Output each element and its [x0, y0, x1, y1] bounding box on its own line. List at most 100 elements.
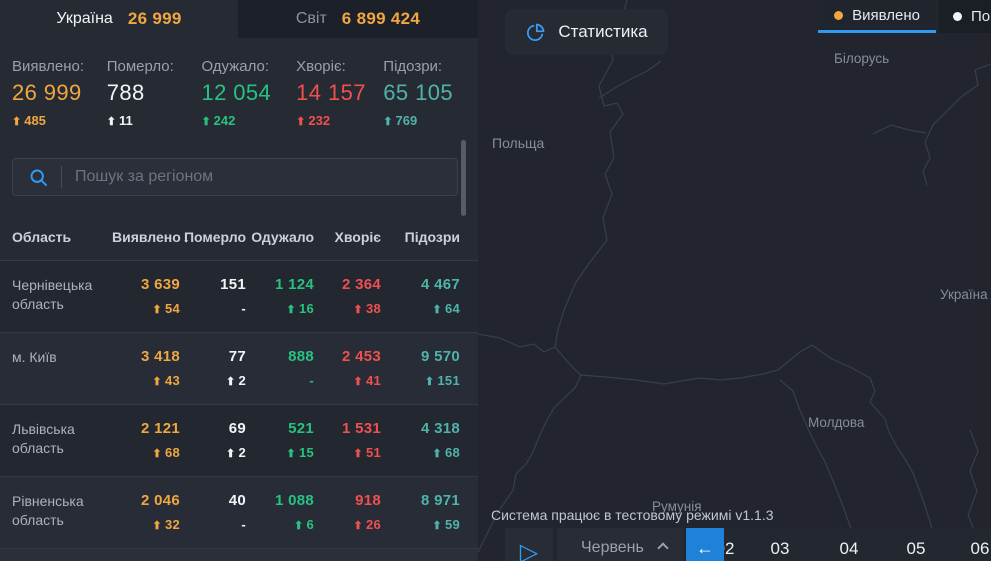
tab-ukraine-value: 26 999 [128, 9, 182, 29]
month-selector[interactable]: Червень [557, 528, 683, 561]
cell-suspected: 8 971⬆59 [381, 492, 460, 548]
search-divider [61, 166, 62, 188]
stat-delta: ⬆485 [12, 113, 107, 128]
up-arrow-icon: ⬆ [353, 520, 363, 532]
map-label-ukraine: Україна [940, 287, 988, 302]
timeline-date[interactable]: 04 [840, 539, 859, 559]
up-arrow-icon: ⬆ [107, 116, 116, 128]
summary-stats: Виявлено: 26 999 ⬆485 Померло: 788 ⬆11 О… [0, 38, 478, 128]
cell-sick: 918⬆26 [314, 492, 381, 548]
statistics-button[interactable]: Статистика [505, 9, 668, 55]
yellow-dot-icon [834, 11, 843, 20]
up-arrow-icon: ⬆ [12, 116, 21, 128]
stat-suspected: Підозри: 65 105 ⬆769 [383, 58, 478, 128]
stat-label: Померло: [107, 58, 202, 75]
stat-value: 65 105 [383, 80, 478, 106]
table-header: Область Виявлено↓ Померло Одужало Хворіє… [0, 229, 478, 245]
table-row[interactable]: м. Київ 3 418⬆43 77⬆2 888- 2 453⬆41 9 57… [0, 332, 478, 404]
timeline-date[interactable]: 05 [907, 539, 926, 559]
statistics-button-label: Статистика [558, 22, 647, 42]
layer-tab-detected[interactable]: Виявлено [818, 0, 936, 33]
table-row[interactable]: Чернівецька область 3 639⬆54 151- 1 124⬆… [0, 260, 478, 332]
tab-world-value: 6 899 424 [342, 9, 420, 29]
stat-label: Виявлено: [12, 58, 107, 75]
header-detected[interactable]: Виявлено↓ [112, 229, 180, 245]
up-arrow-icon: ⬆ [296, 116, 305, 128]
up-arrow-icon: ⬆ [432, 304, 442, 316]
stat-label: Одужало: [201, 58, 296, 75]
up-arrow-icon: ⬆ [226, 448, 236, 460]
table-row[interactable]: Рівненська область 2 046⬆32 40- 1 088⬆6 … [0, 476, 478, 548]
cell-sick: 1 531⬆51 [314, 420, 381, 476]
map-layer-tabs: Виявлено По [818, 0, 991, 33]
chevron-up-icon [657, 542, 668, 553]
search-input[interactable] [75, 168, 405, 186]
cell-suspected: 4 318⬆68 [381, 420, 460, 476]
region-name: Рівненська область [12, 492, 112, 548]
cell-sick: 2 364⬆38 [314, 276, 381, 332]
cell-died: 69⬆2 [180, 420, 246, 476]
header-sick[interactable]: Хворіє [314, 229, 381, 245]
cell-sick: 2 453⬆41 [314, 348, 381, 404]
stat-delta: ⬆242 [201, 113, 296, 128]
region-name: м. Київ [12, 348, 112, 404]
timeline-date[interactable]: 06 [971, 539, 990, 559]
layer-tab-label: По [971, 8, 990, 25]
system-test-mode-note: Система працює в тестовому режимі v1.1.3 [491, 507, 774, 523]
pie-chart-icon [525, 22, 546, 43]
cell-died: 151- [180, 276, 246, 332]
play-button[interactable]: ▷ [505, 528, 553, 561]
header-died[interactable]: Померло [180, 229, 246, 245]
panel-scrollbar[interactable] [461, 140, 466, 216]
timeline-back-button[interactable]: ← [686, 528, 724, 561]
stat-label: Хворіє: [296, 58, 383, 75]
up-arrow-icon: ⬆ [152, 376, 162, 388]
up-arrow-icon: ⬆ [286, 304, 296, 316]
layer-tab-label: Виявлено [852, 7, 920, 24]
stat-value: 788 [107, 80, 202, 106]
stat-recovered: Одужало: 12 054 ⬆242 [201, 58, 296, 128]
timeline-dates: ← 02 03 04 05 06 [683, 528, 991, 561]
country-tabs: Україна 26 999 Світ 6 899 424 [0, 0, 478, 38]
stat-sick: Хворіє: 14 157 ⬆232 [296, 58, 383, 128]
cell-detected: 2 121⬆68 [112, 420, 180, 476]
stat-died: Померло: 788 ⬆11 [107, 58, 202, 128]
cell-recovered: 888- [246, 348, 314, 404]
covid-dashboard: Україна 26 999 Світ 6 899 424 Виявлено: … [0, 0, 991, 561]
cell-suspected: 4 467⬆64 [381, 276, 460, 332]
up-arrow-icon: ⬆ [353, 304, 363, 316]
up-arrow-icon: ⬆ [152, 304, 162, 316]
region-name: Львівська область [12, 420, 112, 476]
stat-value: 26 999 [12, 80, 107, 106]
tab-ukraine[interactable]: Україна 26 999 [0, 0, 238, 38]
region-table: Чернівецька область 3 639⬆54 151- 1 124⬆… [0, 260, 478, 548]
next-row-edge [0, 548, 478, 561]
map-label-belarus: Білорусь [834, 51, 889, 66]
table-row[interactable]: Львівська область 2 121⬆68 69⬆2 521⬆15 1… [0, 404, 478, 476]
header-recovered[interactable]: Одужало [246, 229, 314, 245]
map-area[interactable]: Статистика Виявлено По Білорусь Польща У… [478, 0, 991, 561]
tab-world[interactable]: Світ 6 899 424 [238, 0, 478, 38]
country-borders [478, 0, 991, 561]
left-panel: Україна 26 999 Світ 6 899 424 Виявлено: … [0, 0, 478, 561]
header-region[interactable]: Область [12, 229, 112, 245]
up-arrow-icon: ⬆ [432, 448, 442, 460]
cell-detected: 3 418⬆43 [112, 348, 180, 404]
stat-value: 14 157 [296, 80, 383, 106]
stat-delta: ⬆232 [296, 113, 383, 128]
timeline-date[interactable]: 03 [771, 539, 790, 559]
month-label: Червень [581, 539, 644, 557]
up-arrow-icon: ⬆ [425, 376, 435, 388]
header-suspected[interactable]: Підозри [381, 229, 460, 245]
stat-label: Підозри: [383, 58, 478, 75]
cell-died: 77⬆2 [180, 348, 246, 404]
cell-detected: 2 046⬆32 [112, 492, 180, 548]
layer-tab-died[interactable]: По [939, 0, 991, 33]
search-icon [28, 167, 49, 188]
left-arrow-icon: ← [696, 538, 714, 559]
up-arrow-icon: ⬆ [353, 376, 363, 388]
stat-detected: Виявлено: 26 999 ⬆485 [12, 58, 107, 128]
up-arrow-icon: ⬆ [353, 448, 363, 460]
play-icon: ▷ [520, 541, 538, 561]
cell-detected: 3 639⬆54 [112, 276, 180, 332]
